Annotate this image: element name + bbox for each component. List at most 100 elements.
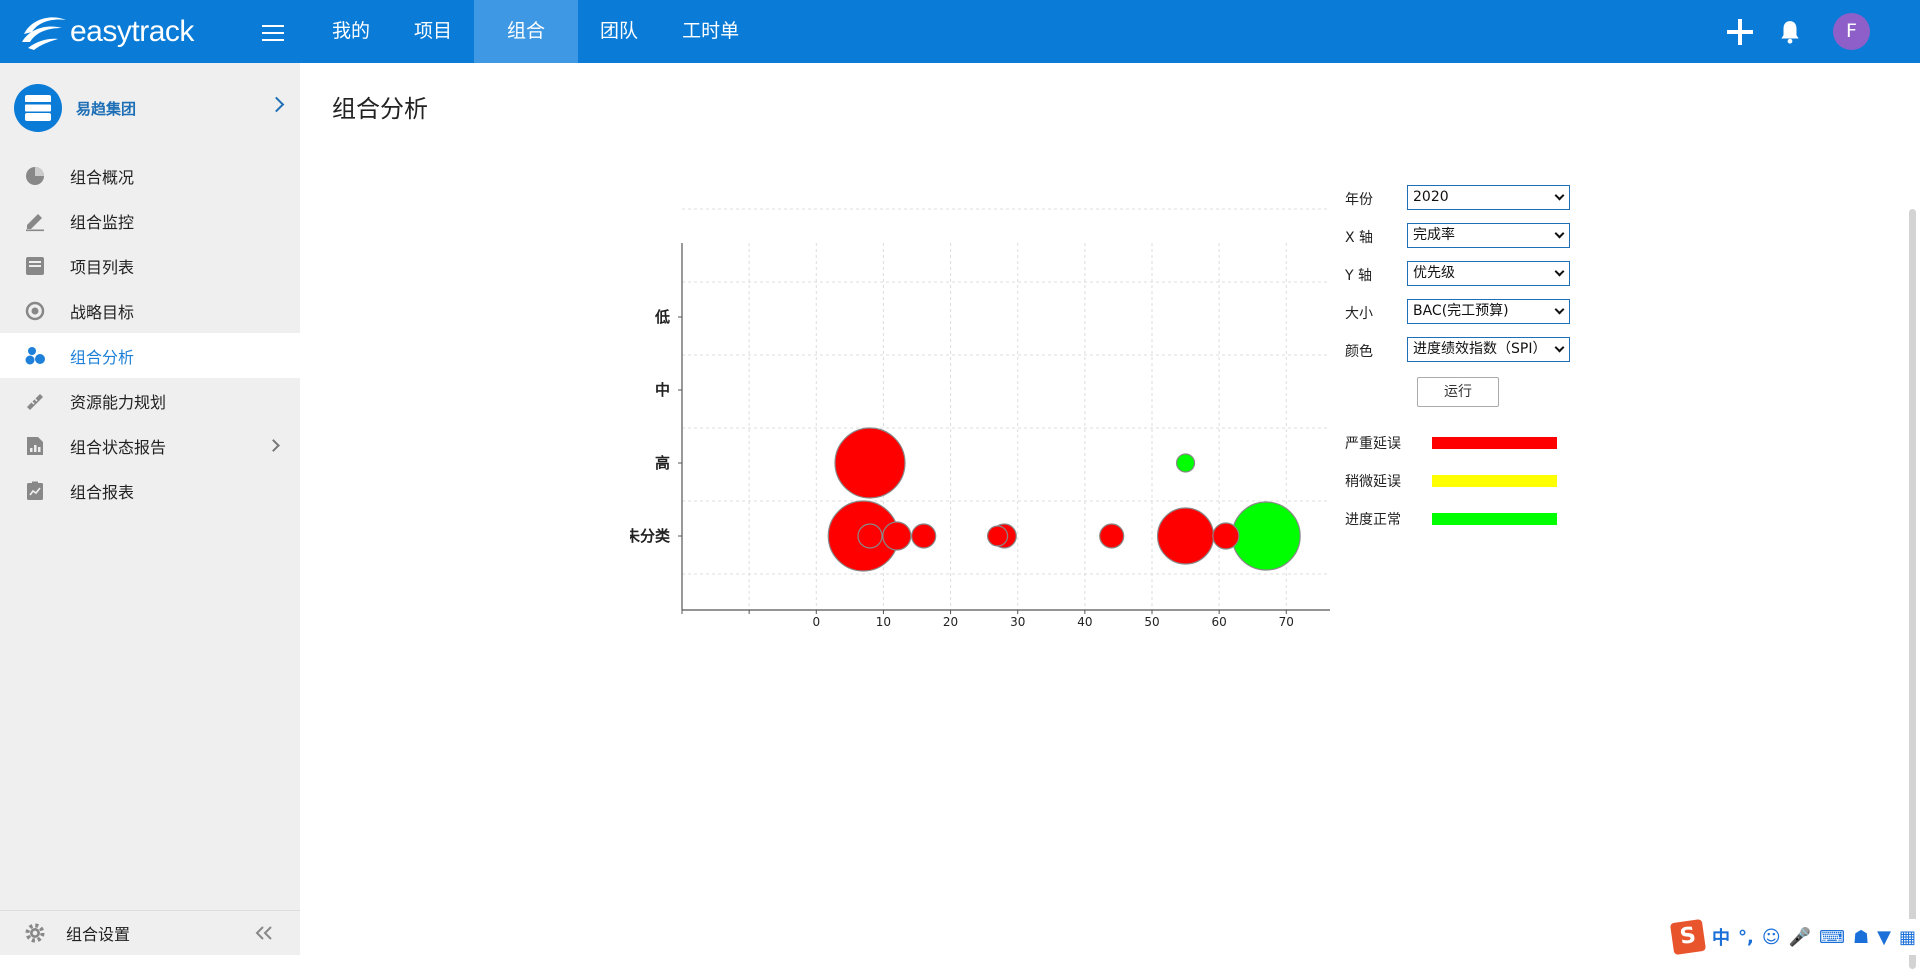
color-legend: 严重延误 稍微延误 进度正常 bbox=[1345, 433, 1585, 547]
page-title: 组合分析 bbox=[332, 89, 428, 124]
size-select[interactable]: BAC(完工预算) bbox=[1407, 299, 1570, 324]
nav-item-mine[interactable]: 我的 bbox=[310, 0, 392, 63]
sidebar-item-portfolio-overview[interactable]: 组合概况 bbox=[0, 153, 300, 198]
chevron-down-icon bbox=[1555, 343, 1565, 353]
bubble-point bbox=[1177, 454, 1195, 472]
target-icon bbox=[24, 300, 46, 322]
bubble-point bbox=[1100, 524, 1124, 548]
collapse-sidebar-icon[interactable] bbox=[254, 925, 274, 941]
bubble-point bbox=[912, 524, 936, 548]
y-tick-label: 未分类 bbox=[630, 527, 671, 545]
legend-label: 进度正常 bbox=[1345, 509, 1401, 529]
x-tick-label: 60 bbox=[1212, 615, 1227, 629]
bubble-point bbox=[835, 428, 905, 498]
sidebar-item-portfolio-monitor[interactable]: 组合监控 bbox=[0, 198, 300, 243]
sogou-logo-icon[interactable]: S bbox=[1670, 919, 1706, 955]
chevron-down-icon bbox=[1555, 267, 1565, 277]
x-tick-label: 40 bbox=[1077, 615, 1092, 629]
emoji-icon[interactable]: ☺ bbox=[1762, 927, 1781, 948]
bubble-point bbox=[1158, 508, 1214, 564]
sidebar-item-label: 组合概况 bbox=[70, 164, 134, 188]
ime-mode[interactable]: 中 bbox=[1712, 924, 1730, 950]
x-tick-label: 10 bbox=[876, 615, 891, 629]
sidebar-item-label: 战略目标 bbox=[70, 299, 134, 323]
bubble-point bbox=[1232, 502, 1300, 570]
user-avatar[interactable]: F bbox=[1833, 13, 1870, 50]
sidebar-footer-label: 组合设置 bbox=[66, 921, 130, 945]
chevron-down-icon bbox=[1555, 305, 1565, 315]
top-actions: F bbox=[1727, 0, 1920, 63]
y-axis-label: Y 轴 bbox=[1345, 265, 1372, 285]
clipboard-chart-icon bbox=[24, 480, 46, 502]
year-select[interactable]: 2020 bbox=[1407, 185, 1570, 210]
sidebar-item-label: 资源能力规划 bbox=[70, 389, 166, 413]
main-content: 组合分析 0102030405060708090100未分类高中低 年份 202… bbox=[300, 63, 1920, 955]
x-axis-select[interactable]: 完成率 bbox=[1407, 223, 1570, 248]
sidebar-item-label: 组合报表 bbox=[70, 479, 134, 503]
org-icon bbox=[14, 84, 62, 132]
gear-icon bbox=[24, 922, 46, 944]
keyboard-icon[interactable]: ⌨ bbox=[1819, 927, 1845, 948]
ruler-icon bbox=[24, 390, 46, 412]
run-button[interactable]: 运行 bbox=[1417, 377, 1499, 407]
size-row: 大小 BAC(完工预算) bbox=[1345, 297, 1585, 335]
main-nav: 我的 项目 组合 团队 工时单 bbox=[310, 0, 761, 63]
sidebar-item-label: 组合分析 bbox=[70, 344, 134, 368]
ime-punctuation[interactable]: °, bbox=[1738, 927, 1754, 948]
legend-swatch bbox=[1432, 437, 1557, 449]
app-logo[interactable]: easytrack bbox=[18, 12, 194, 52]
chevron-down-icon bbox=[1555, 191, 1565, 201]
grid-menu-icon[interactable]: ▦ bbox=[1899, 927, 1916, 948]
bubbles-icon bbox=[24, 345, 46, 367]
nav-item-timesheet[interactable]: 工时单 bbox=[660, 0, 761, 63]
sidebar-item-project-list[interactable]: 项目列表 bbox=[0, 243, 300, 288]
sidebar-item-portfolio-analysis[interactable]: 组合分析 bbox=[0, 333, 300, 378]
portfolio-settings[interactable]: 组合设置 bbox=[0, 910, 300, 955]
x-tick-label: 50 bbox=[1144, 615, 1159, 629]
legend-swatch bbox=[1432, 513, 1557, 525]
nav-item-projects[interactable]: 项目 bbox=[392, 0, 474, 63]
sidebar-item-status-report[interactable]: 组合状态报告 bbox=[0, 423, 300, 468]
inbox-icon bbox=[24, 255, 46, 277]
nav-item-team[interactable]: 团队 bbox=[578, 0, 660, 63]
bell-icon[interactable] bbox=[1777, 19, 1803, 45]
legend-label: 严重延误 bbox=[1345, 433, 1401, 453]
chevron-down-icon bbox=[1555, 229, 1565, 239]
sidebar-item-label: 组合状态报告 bbox=[70, 434, 166, 458]
x-tick-label: 20 bbox=[943, 615, 958, 629]
y-tick-label: 低 bbox=[654, 308, 670, 326]
bubble-point bbox=[858, 524, 882, 548]
bar-report-icon bbox=[24, 435, 46, 457]
ime-toolbar: S 中 °, ☺ 🎤 ⌨ ☗ ▼ ▦ bbox=[1668, 919, 1920, 955]
sidebar: 易趋集团 组合概况 组合监控 项目列表 战略目标 组合分析 资源 bbox=[0, 63, 300, 955]
top-navigation-bar: easytrack 我的 项目 组合 团队 工时单 F bbox=[0, 0, 1920, 63]
microphone-icon[interactable]: 🎤 bbox=[1789, 927, 1811, 948]
bubble-point bbox=[1213, 523, 1239, 549]
bubble-chart: 0102030405060708090100未分类高中低 bbox=[630, 173, 1330, 633]
y-tick-label: 中 bbox=[655, 381, 670, 399]
org-switcher[interactable]: 易趋集团 bbox=[0, 63, 300, 153]
skin-icon[interactable]: ▼ bbox=[1877, 927, 1891, 948]
x-tick-label: 30 bbox=[1010, 615, 1025, 629]
color-select[interactable]: 进度绩效指数（SPI） bbox=[1407, 337, 1570, 362]
legend-item-on-schedule: 进度正常 bbox=[1345, 509, 1585, 547]
y-axis-select[interactable]: 优先级 bbox=[1407, 261, 1570, 286]
add-icon[interactable] bbox=[1727, 19, 1753, 45]
sidebar-item-label: 组合监控 bbox=[70, 209, 134, 233]
sidebar-item-resource-planning[interactable]: 资源能力规划 bbox=[0, 378, 300, 423]
x-axis-label: X 轴 bbox=[1345, 227, 1373, 247]
y-tick-label: 高 bbox=[655, 454, 670, 472]
legend-item-slight-delay: 稍微延误 bbox=[1345, 471, 1585, 509]
logo-text: easytrack bbox=[70, 15, 194, 49]
sidebar-item-strategic-goals[interactable]: 战略目标 bbox=[0, 288, 300, 333]
vertical-scrollbar[interactable] bbox=[1909, 209, 1916, 969]
chevron-right-icon bbox=[267, 439, 280, 452]
sidebar-item-label: 项目列表 bbox=[70, 254, 134, 278]
x-tick-label: 70 bbox=[1279, 615, 1294, 629]
menu-toggle-icon[interactable] bbox=[262, 25, 284, 41]
easytrack-logo-icon bbox=[18, 12, 68, 52]
nav-item-portfolio[interactable]: 组合 bbox=[474, 0, 578, 63]
bubble-point bbox=[883, 522, 911, 550]
sidebar-item-portfolio-reports[interactable]: 组合报表 bbox=[0, 468, 300, 513]
user-icon[interactable]: ☗ bbox=[1853, 927, 1869, 948]
